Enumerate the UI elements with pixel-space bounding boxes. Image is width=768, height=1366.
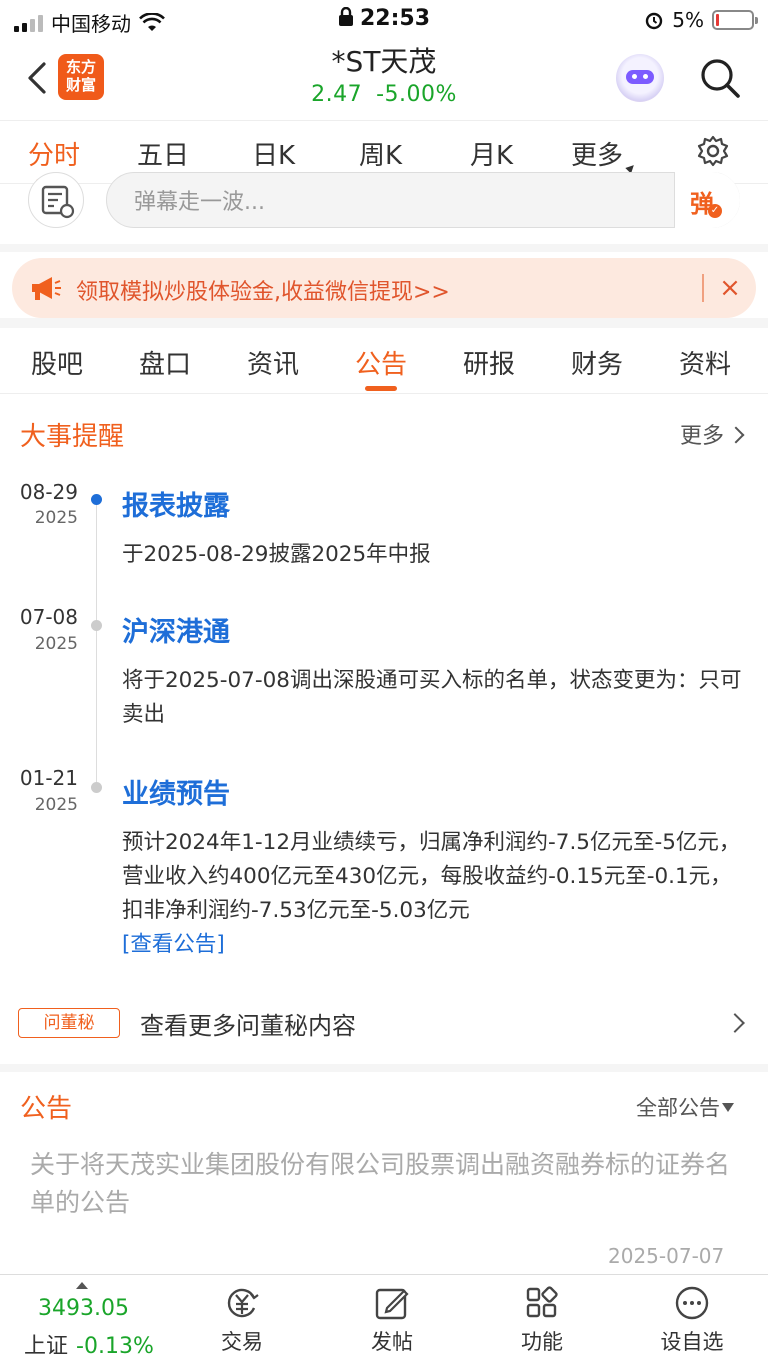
apps-icon	[526, 1286, 558, 1318]
apps-label: 功能	[521, 1330, 563, 1354]
search-icon[interactable]	[698, 56, 742, 100]
stock-change: -5.00%	[376, 82, 457, 107]
battery-percent: 5%	[672, 8, 704, 32]
tab-intraday[interactable]: 分时	[28, 135, 80, 184]
danmu-placeholder: 弹幕走一波...	[134, 190, 265, 215]
event-year: 2025	[34, 508, 78, 528]
chevron-right-icon	[727, 426, 745, 444]
event-desc: 将于2025-07-08调出深股通可买入标的名单，状态变更为：只可卖出	[122, 668, 742, 727]
assistant-robot-icon[interactable]	[616, 54, 664, 102]
clock-time: 22:53	[359, 6, 431, 31]
events-more-label: 更多	[680, 424, 725, 449]
watchlist-label: 设自选	[660, 1330, 724, 1354]
danmu-settings-button[interactable]	[28, 172, 84, 228]
events-title: 大事提醒	[20, 422, 125, 452]
dm-secretary-text: 查看更多问董秘内容	[140, 1012, 356, 1040]
battery-icon	[712, 10, 758, 30]
index-name: 上证	[24, 1334, 69, 1359]
danmu-settings-icon	[41, 185, 75, 219]
event-date: 08-29	[19, 480, 78, 504]
timeline-dot	[91, 620, 102, 631]
tab-guba[interactable]: 股吧	[31, 344, 83, 381]
status-bar: 中国移动 22:53 5%	[0, 0, 768, 40]
alarm-icon	[646, 12, 663, 30]
tab-more[interactable]: 更多	[571, 135, 637, 174]
event-desc: 预计2024年1-12月业绩续亏，归属净利润约-7.5亿元至-5亿元，营业收入约…	[122, 826, 746, 962]
chevron-right-icon	[725, 1013, 745, 1033]
tab-more-label: 更多	[571, 141, 624, 171]
tab-profile[interactable]: 资料	[679, 344, 731, 381]
tab-five-day[interactable]: 五日	[137, 135, 189, 172]
filter-label: 全部公告	[636, 1096, 720, 1120]
section-divider	[0, 244, 768, 252]
index-label[interactable]: 上证 -0.13%	[24, 1328, 154, 1360]
close-icon[interactable]: ×	[714, 272, 746, 304]
promo-divider	[702, 274, 704, 302]
gear-icon[interactable]	[696, 134, 730, 168]
stock-header: 东方 财富 *ST天茂 2.47 -5.00%	[0, 40, 768, 120]
events-more-link[interactable]: 更多	[680, 418, 745, 450]
event-year: 2025	[34, 795, 78, 815]
event-desc: 于2025-08-29披露2025年中报	[122, 542, 431, 567]
announcements-title: 公告	[20, 1094, 73, 1124]
bottom-watchlist-button[interactable]: 设自选	[642, 1284, 742, 1356]
post-icon	[375, 1288, 409, 1320]
battery-group: 5%	[644, 8, 758, 32]
watchlist-icon	[675, 1286, 709, 1320]
tab-daily-k[interactable]: 日K	[252, 135, 295, 172]
promo-text[interactable]: 领取模拟炒股体验金,收益微信提现>>	[76, 274, 450, 306]
tab-weekly-k[interactable]: 周K	[359, 135, 402, 172]
bottom-post-button[interactable]: 发帖	[342, 1284, 442, 1356]
tab-announcements[interactable]: 公告	[355, 344, 407, 391]
index-change: -0.13%	[76, 1334, 154, 1359]
tab-news[interactable]: 资讯	[247, 344, 299, 381]
dropdown-triangle-icon	[722, 1103, 734, 1112]
event-desc-text: 预计2024年1-12月业绩续亏，归属净利润约-7.5亿元至-5亿元，营业收入约…	[122, 830, 741, 923]
info-tabs: 股吧 盘口 资讯 公告 研报 财务 资料	[0, 328, 768, 394]
promo-banner[interactable]: 领取模拟炒股体验金,收益微信提现>> ×	[12, 258, 756, 318]
lock-icon	[338, 6, 353, 26]
dm-secretary-badge: 问董秘	[18, 1008, 120, 1038]
timeline-dot	[91, 494, 102, 505]
tab-research[interactable]: 研报	[463, 344, 515, 381]
event-title[interactable]: 报表披露	[122, 484, 230, 523]
index-value[interactable]: 3493.05	[38, 1296, 129, 1321]
announcement-item-title[interactable]: 关于将天茂实业集团股份有限公司股票调出融资融券标的证券名单的公告	[30, 1146, 730, 1222]
section-divider	[0, 318, 768, 328]
check-icon: ✓	[708, 204, 722, 218]
trade-icon	[227, 1288, 259, 1318]
tab-finance[interactable]: 财务	[571, 344, 623, 381]
section-divider	[0, 1064, 768, 1072]
event-title[interactable]: 业绩预告	[122, 772, 230, 811]
tab-monthly-k[interactable]: 月K	[470, 135, 513, 172]
timeline-dot	[91, 782, 102, 793]
timeline-line	[96, 500, 97, 790]
event-date: 01-21	[19, 766, 78, 790]
caret-up-icon[interactable]	[76, 1282, 88, 1289]
megaphone-icon	[32, 277, 61, 300]
dm-secretary-row[interactable]: 问董秘 查看更多问董秘内容	[0, 996, 768, 1058]
event-title[interactable]: 沪深港通	[122, 610, 230, 649]
view-announcement-link[interactable]: [查看公告]	[122, 932, 225, 957]
stock-price: 2.47	[311, 82, 363, 107]
event-date: 07-08	[19, 605, 78, 629]
bottom-trade-button[interactable]: 交易	[192, 1284, 292, 1356]
announcement-filter-dropdown[interactable]: 全部公告	[636, 1092, 734, 1122]
event-year: 2025	[34, 634, 78, 654]
bottom-apps-button[interactable]: 功能	[492, 1284, 592, 1356]
tab-pankou[interactable]: 盘口	[139, 344, 191, 381]
post-label: 发帖	[371, 1330, 413, 1354]
announcement-item-date: 2025-07-07	[608, 1244, 725, 1268]
trade-label: 交易	[221, 1330, 263, 1354]
